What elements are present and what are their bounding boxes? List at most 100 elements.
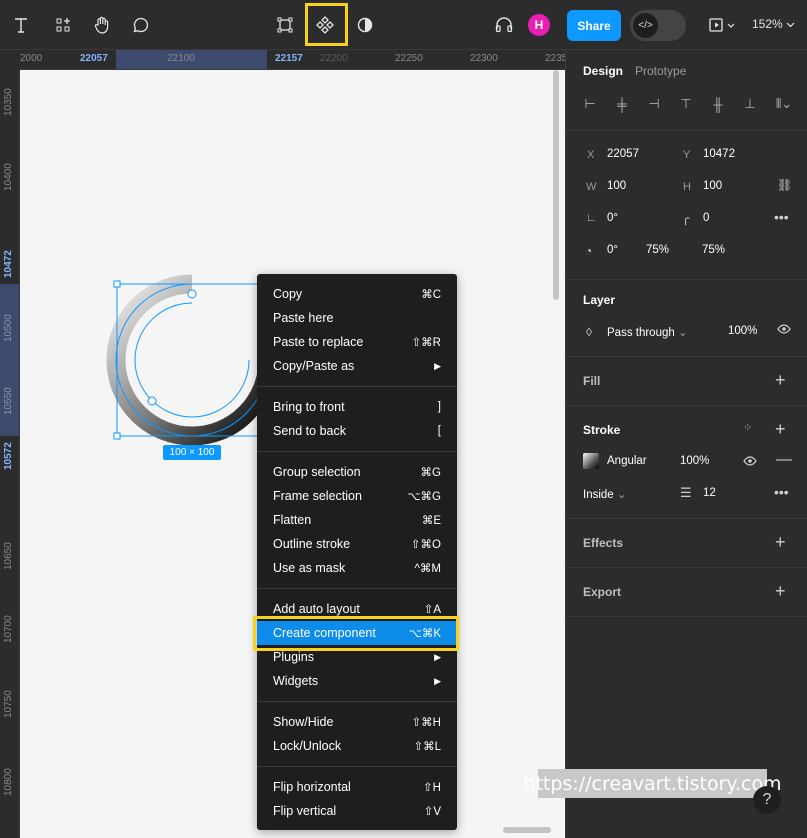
menu-item-shortcut: ^⌘M — [414, 563, 441, 575]
menu-item-shortcut: ⇧⌘R — [411, 337, 441, 349]
align-top-icon[interactable]: ⊤ — [678, 96, 694, 112]
watermark: https://creavart.tistory.com — [523, 769, 782, 798]
component-tool-highlight — [305, 3, 348, 46]
distribute-icon[interactable]: ⫴⌄ — [770, 96, 798, 112]
dev-mode-toggle[interactable]: </> — [630, 10, 686, 41]
top-toolbar: H Share </> 152% — [0, 0, 807, 50]
tab-design[interactable]: Design — [583, 64, 623, 78]
menu-item-shortcut: ] — [437, 401, 441, 413]
menu-item-copy-paste-as[interactable]: Copy/Paste as ▶ — [257, 354, 457, 378]
menu-item-label: Plugins — [273, 650, 314, 664]
arc-handle[interactable] — [187, 289, 197, 299]
menu-item-send-to-back[interactable]: Send to back [ — [257, 419, 457, 443]
menu-item-show-hide[interactable]: Show/Hide ⇧⌘H — [257, 710, 457, 734]
add-fill-icon[interactable]: + — [775, 371, 786, 389]
blend-mode-select[interactable]: Pass through ⌄ — [607, 325, 688, 339]
constrain-proportions-icon[interactable]: ⛓ — [777, 178, 792, 192]
menu-item-label: Flatten — [273, 513, 312, 527]
avatar[interactable]: H — [528, 14, 550, 36]
menu-item-flatten[interactable]: Flatten ⌘E — [257, 508, 457, 532]
stroke-type[interactable]: Angular — [607, 455, 647, 467]
tab-prototype[interactable]: Prototype — [635, 64, 686, 78]
menu-item-group-selection[interactable]: Group selection ⌘G — [257, 460, 457, 484]
present-dropdown-icon[interactable] — [704, 9, 740, 41]
hand-tool-icon[interactable] — [86, 9, 118, 41]
stroke-weight-input[interactable]: 12 — [703, 487, 716, 499]
ruler-tick: 10650 — [3, 542, 14, 570]
horizontal-scrollbar[interactable] — [503, 827, 551, 833]
frame-select-icon[interactable] — [269, 9, 301, 41]
blend-mode-value: Pass through — [607, 327, 675, 339]
width-input[interactable]: 100 — [607, 180, 626, 192]
code-icon: </> — [633, 13, 658, 38]
y-input[interactable]: 10472 — [703, 148, 735, 160]
ruler-tick: 10550 — [3, 387, 14, 415]
ruler-tick: 10400 — [3, 163, 14, 191]
headphones-icon[interactable] — [488, 9, 520, 41]
divider — [566, 130, 807, 131]
actions-icon[interactable] — [47, 9, 79, 41]
menu-item-paste-here[interactable]: Paste here — [257, 306, 457, 330]
remove-stroke-icon[interactable]: — — [776, 451, 792, 469]
effects-section-title: Effects — [583, 536, 624, 550]
menu-item-widgets[interactable]: Widgets ▶ — [257, 669, 457, 693]
add-effect-icon[interactable]: + — [775, 533, 786, 551]
vertical-scrollbar[interactable] — [553, 70, 559, 300]
arc-sweep-input[interactable]: 75% — [646, 244, 669, 256]
help-button[interactable]: ? — [753, 786, 781, 814]
stroke-position-select[interactable]: Inside ⌄ — [583, 487, 627, 501]
menu-item-lock-unlock[interactable]: Lock/Unlock ⇧⌘L — [257, 734, 457, 758]
menu-separator — [257, 386, 457, 387]
zoom-dropdown[interactable]: 152% — [752, 17, 795, 31]
corner-radius-input[interactable]: 0 — [703, 212, 709, 224]
menu-item-bring-to-front[interactable]: Bring to front] — [257, 395, 457, 419]
menu-item-copy[interactable]: Copy ⌘C — [257, 282, 457, 306]
comment-tool-icon[interactable] — [125, 9, 157, 41]
menu-item-frame-selection[interactable]: Frame selection ⌥⌘G — [257, 484, 457, 508]
arc-ratio-input[interactable]: 75% — [702, 244, 725, 256]
menu-item-outline-stroke[interactable]: Outline stroke ⇧⌘O — [257, 532, 457, 556]
menu-item-shortcut: ⌘C — [421, 289, 441, 301]
h-label: H — [683, 181, 691, 193]
submenu-arrow-icon: ▶ — [434, 360, 441, 371]
menu-item-paste-to-replace[interactable]: Paste to replace ⇧⌘R — [257, 330, 457, 354]
add-export-icon[interactable]: + — [775, 582, 786, 600]
menu-item-flip-vertical[interactable]: Flip vertical ⇧V — [257, 799, 457, 823]
arc-handle[interactable] — [147, 396, 157, 406]
menu-item-use-as-mask[interactable]: Use as mask ^⌘M — [257, 556, 457, 580]
more-options-icon[interactable]: ••• — [774, 209, 789, 225]
height-input[interactable]: 100 — [703, 180, 722, 192]
menu-item-label: Copy/Paste as — [273, 359, 355, 373]
x-input[interactable]: 22057 — [607, 148, 639, 160]
align-right-icon[interactable]: ⊣ — [646, 96, 662, 112]
text-tool-icon[interactable] — [5, 9, 37, 41]
menu-item-label: Add auto layout — [273, 602, 360, 616]
create-component-highlight — [253, 616, 459, 651]
more-options-icon[interactable]: ••• — [774, 484, 789, 500]
menu-item-flip-horizontal[interactable]: Flip horizontal ⇧H — [257, 775, 457, 799]
add-stroke-icon[interactable]: + — [775, 420, 786, 438]
arc-shape[interactable] — [106, 274, 278, 446]
rotation-input[interactable]: 0° — [607, 212, 618, 224]
resize-handle[interactable] — [113, 432, 121, 440]
stroke-opacity-input[interactable]: 100% — [680, 455, 709, 467]
align-left-icon[interactable]: ⊢ — [582, 96, 598, 112]
arc-start-input[interactable]: 0° — [607, 244, 618, 256]
layer-opacity-input[interactable]: 100% — [728, 325, 757, 337]
mask-contrast-icon[interactable] — [349, 9, 381, 41]
ruler-tick: 10500 — [3, 314, 14, 342]
menu-item-shortcut: ⇧⌘L — [413, 741, 441, 753]
resize-handle[interactable] — [113, 280, 121, 288]
visibility-eye-icon[interactable] — [743, 455, 757, 470]
align-horizontal-center-icon[interactable]: ╪ — [614, 96, 630, 112]
align-vertical-center-icon[interactable]: ╫ — [710, 96, 726, 112]
style-grid-icon[interactable]: ⁘ — [743, 421, 752, 434]
size-badge: 100 × 100 — [163, 445, 221, 460]
stroke-swatch[interactable] — [583, 453, 599, 469]
align-bottom-icon[interactable]: ⊥ — [742, 96, 758, 112]
arc-icon: ◔ — [585, 244, 593, 258]
ruler-tick: 2000 — [20, 53, 43, 64]
visibility-eye-icon[interactable] — [777, 323, 791, 338]
share-button[interactable]: Share — [567, 10, 621, 41]
menu-item-label: Show/Hide — [273, 715, 334, 729]
